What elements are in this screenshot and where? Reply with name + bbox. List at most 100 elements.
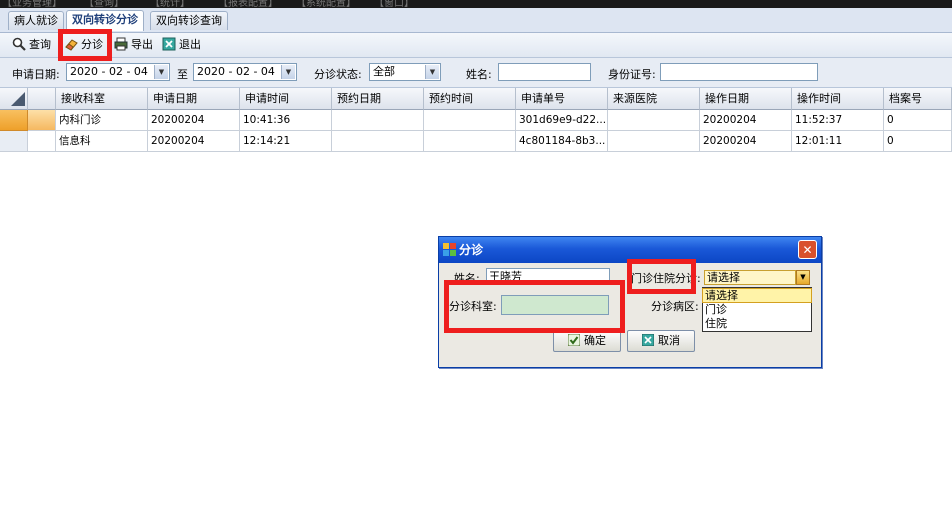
menu-item-system-config[interactable]: 【系统配置】 (296, 0, 356, 8)
menu-item-window[interactable]: 【窗口】 (374, 0, 414, 8)
query-label: 查询 (29, 38, 51, 51)
close-icon: ✕ (802, 243, 813, 257)
triage-dialog: 分诊 ✕ 姓名: 王晓芳 门诊住院分诊: 请选择 ▼ 分诊科室: 分诊病区: 确… (438, 236, 822, 368)
col-header-appt-time[interactable]: 预约时间 (424, 88, 516, 110)
status-value: 全部 (373, 65, 395, 78)
chevron-down-icon[interactable]: ▼ (796, 270, 810, 285)
col-header-op-date[interactable]: 操作日期 (700, 88, 792, 110)
cell-appt-time[interactable] (424, 131, 516, 152)
triage-label: 分诊 (81, 38, 103, 51)
dialog-type-dropdown-list: 请选择 门诊 住院 (702, 287, 812, 332)
table-row[interactable]: 内科门诊 20200204 10:41:36 301d69e9-d22... 2… (0, 110, 952, 131)
table-row[interactable]: 信息科 20200204 12:14:21 4c801184-8b3... 20… (0, 131, 952, 152)
triage-button[interactable]: 分诊 (64, 36, 103, 54)
col-header-apply-no[interactable]: 申请单号 (516, 88, 608, 110)
app-window-icon (443, 243, 456, 259)
dropdown-option-outpatient[interactable]: 门诊 (703, 303, 811, 316)
dialog-dept-label: 分诊科室: (449, 300, 497, 313)
col-header-op-time[interactable]: 操作时间 (792, 88, 884, 110)
confirm-label: 确定 (584, 334, 606, 347)
cell-apply-no[interactable]: 4c801184-8b3... (516, 131, 608, 152)
col-header-appt-date[interactable]: 预约日期 (332, 88, 424, 110)
to-label: 至 (177, 68, 188, 81)
cell-apply-no[interactable]: 301d69e9-d22... (516, 110, 608, 131)
cancel-label: 取消 (658, 334, 680, 347)
grid-rowmark-header (28, 88, 56, 110)
cell-op-date[interactable]: 20200204 (700, 110, 792, 131)
dropdown-option-inpatient[interactable]: 住院 (703, 317, 811, 330)
toolbar: 查询 分诊 导出 退出 (0, 33, 952, 58)
exit-button[interactable]: 退出 (162, 36, 201, 54)
cell-record-no[interactable]: 0 (884, 110, 952, 131)
idcard-label: 身份证号: (608, 68, 656, 81)
cell-appt-date[interactable] (332, 131, 424, 152)
exit-icon (162, 37, 176, 51)
menu-item-report-config[interactable]: 【报表配置】 (218, 0, 278, 8)
cell-op-time[interactable]: 12:01:11 (792, 131, 884, 152)
tab-referral-triage[interactable]: 双向转诊分诊 (66, 10, 144, 31)
query-button[interactable]: 查询 (12, 36, 51, 54)
dialog-name-input[interactable]: 王晓芳 (486, 268, 610, 285)
checkmark-icon (567, 333, 581, 347)
chevron-down-icon[interactable]: ▼ (425, 65, 439, 79)
cell-appt-time[interactable] (424, 110, 516, 131)
cell-record-no[interactable]: 0 (884, 131, 952, 152)
row-selector[interactable] (0, 131, 28, 152)
close-button[interactable]: ✕ (798, 240, 817, 259)
dialog-type-value: 请选择 (707, 271, 740, 284)
col-header-apply-time[interactable]: 申请时间 (240, 88, 332, 110)
menu-item-stats[interactable]: 【统计】 (150, 0, 190, 8)
date-from-picker[interactable]: 2020 - 02 - 04 ▼ (66, 63, 170, 81)
cell-apply-time[interactable]: 12:14:21 (240, 131, 332, 152)
cancel-button[interactable]: 取消 (627, 330, 695, 352)
menu-bar: 【业务管理】 【查询】 【统计】 【报表配置】 【系统配置】 【窗口】 (0, 0, 952, 8)
dialog-titlebar[interactable]: 分诊 ✕ (439, 237, 821, 263)
cancel-icon (641, 333, 655, 347)
col-header-source-hospital[interactable]: 来源医院 (608, 88, 700, 110)
cell-op-time[interactable]: 11:52:37 (792, 110, 884, 131)
cell-source-hospital[interactable] (608, 110, 700, 131)
cell-apply-time[interactable]: 10:41:36 (240, 110, 332, 131)
dialog-type-select[interactable]: 请选择 (704, 270, 796, 285)
exit-label: 退出 (179, 38, 201, 51)
row-selector[interactable] (0, 110, 28, 131)
application-window: 【业务管理】 【查询】 【统计】 【报表配置】 【系统配置】 【窗口】 病人就诊… (0, 0, 952, 522)
printer-icon (114, 37, 128, 51)
dialog-title: 分诊 (459, 243, 484, 257)
col-header-receive-dept[interactable]: 接收科室 (56, 88, 148, 110)
status-label: 分诊状态: (314, 68, 362, 81)
cell-apply-date[interactable]: 20200204 (148, 131, 240, 152)
cell-receive-dept[interactable]: 信息科 (56, 131, 148, 152)
dialog-type-label: 门诊住院分诊: (631, 272, 701, 285)
status-select[interactable]: 全部 ▼ (369, 63, 441, 81)
row-mark (28, 110, 56, 131)
eraser-icon (64, 37, 78, 51)
grid-corner[interactable] (0, 88, 28, 110)
cell-source-hospital[interactable] (608, 131, 700, 152)
cell-appt-date[interactable] (332, 110, 424, 131)
menu-item-query[interactable]: 【查询】 (84, 0, 124, 8)
name-input[interactable] (498, 63, 591, 81)
export-button[interactable]: 导出 (114, 36, 153, 54)
name-label: 姓名: (466, 68, 492, 81)
data-grid: 接收科室 申请日期 申请时间 预约日期 预约时间 申请单号 来源医院 操作日期 … (0, 88, 952, 154)
dropdown-option-please-select[interactable]: 请选择 (702, 288, 812, 303)
chevron-down-icon[interactable]: ▼ (154, 65, 168, 79)
grid-header-row: 接收科室 申请日期 申请时间 预约日期 预约时间 申请单号 来源医院 操作日期 … (0, 88, 952, 110)
col-header-apply-date[interactable]: 申请日期 (148, 88, 240, 110)
row-mark (28, 131, 56, 152)
corner-triangle-icon (11, 92, 25, 106)
chevron-down-icon[interactable]: ▼ (281, 65, 295, 79)
date-to-value: 2020 - 02 - 04 (197, 65, 275, 78)
col-header-record-no[interactable]: 档案号 (884, 88, 952, 110)
tab-patient-visit[interactable]: 病人就诊 (8, 11, 64, 30)
dialog-dept-input[interactable] (501, 295, 609, 315)
cell-op-date[interactable]: 20200204 (700, 131, 792, 152)
menu-item-business[interactable]: 【业务管理】 (2, 0, 62, 8)
cell-apply-date[interactable]: 20200204 (148, 110, 240, 131)
idcard-input[interactable] (660, 63, 818, 81)
cell-receive-dept[interactable]: 内科门诊 (56, 110, 148, 131)
confirm-button[interactable]: 确定 (553, 330, 621, 352)
tab-referral-query[interactable]: 双向转诊查询 (150, 11, 228, 30)
date-to-picker[interactable]: 2020 - 02 - 04 ▼ (193, 63, 297, 81)
